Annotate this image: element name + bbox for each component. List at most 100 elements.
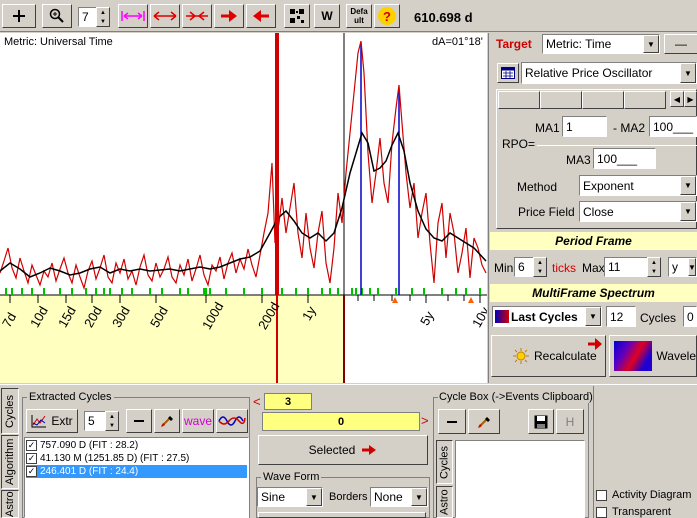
cyclebox-edit-button[interactable] [468,409,500,434]
extr-spinner[interactable]: ▲ ▼ [105,411,119,431]
metric-select[interactable]: Metric: Time ▼ [542,34,660,54]
save-button[interactable] [528,409,554,434]
arrow-right-icon [362,445,377,455]
qr-button[interactable] [284,4,310,28]
transparent-option[interactable]: Transparent [596,506,671,518]
wavelet-icon [614,341,653,371]
indicator-select[interactable]: Relative Price Oscillator ▼ [521,62,697,84]
grid-icon [501,67,515,79]
param-tab[interactable] [582,91,624,109]
tab-astro[interactable]: Astro [1,490,19,518]
method-label: Method [517,180,558,194]
min-input[interactable]: 6 [514,257,534,277]
activity-diagram-option[interactable]: Activity Diagram [596,489,691,501]
cycle-checkbox[interactable]: ✓ [26,440,37,451]
method-select[interactable]: Exponent ▼ [579,175,697,196]
tab-cycles[interactable]: Cycles [1,388,19,434]
cycle-checkbox[interactable]: ✓ [26,453,37,464]
tab-algorithm[interactable]: Algorithm [1,435,19,489]
tab-scroll-left[interactable]: ◀ [670,91,684,107]
ma1-label: MA1 [535,121,560,135]
help-button[interactable]: ? [374,4,400,28]
cycle-list-item-selected[interactable]: ✓ 246.401 D (FIT : 24.4) [26,465,247,478]
chevron-down-icon: ▼ [680,63,696,83]
ma2-input[interactable]: 100___ [649,116,697,137]
sine-wave-icon [218,416,246,426]
cycle-list-item[interactable]: ✓ 757.090 D (FIT : 28.2) [26,439,246,452]
arrow-right-icon [221,10,237,22]
cycle-box-list[interactable] [455,440,585,518]
gradient-icon [495,310,509,323]
cycle-checkbox[interactable]: ✓ [26,466,37,477]
crosshair-button[interactable] [2,4,36,28]
tab-astro-box[interactable]: Astro [436,486,453,518]
peak-bar [277,143,279,295]
max-spinner[interactable]: ▲ ▼ [647,257,661,277]
wavelet-button[interactable]: Wavele [609,335,697,377]
unit-select[interactable]: y ▼ [668,257,697,277]
borders-label: Borders [329,491,368,503]
cycles-extra-input[interactable]: 0 [683,306,697,327]
recalculate-button[interactable]: Recalculate [491,335,606,377]
param-tab[interactable] [540,91,582,109]
h-button[interactable]: H [556,409,584,434]
stretch-arrows-icon [121,11,145,21]
nav-count-display: 3 [264,393,312,410]
transparent-checkbox[interactable] [596,506,607,518]
chevron-down-icon: ▼ [411,488,427,506]
rpo-divider [537,145,697,146]
expand-button[interactable] [150,4,180,28]
marker-triangle [468,297,474,303]
cycle-list-item[interactable]: ✓ 41.130 M (1251.85 D) (FIT : 27.5) [26,452,246,465]
cycles-count-input[interactable]: 12 [606,306,636,327]
tab-scroll-right[interactable]: ▶ [684,91,697,107]
wave-button[interactable]: wave [182,409,214,433]
pricefield-select[interactable]: Close ▼ [579,201,697,222]
ma3-input[interactable]: 100___ [593,148,656,169]
default-button[interactable]: Defa ult [346,4,372,28]
remove-cycle-button[interactable] [126,409,152,433]
activity-checkbox[interactable] [596,489,607,501]
spectrum-chart[interactable]: Metric: Universal Time dA=01°18' 7d 10d … [0,33,487,383]
w-button[interactable]: W [314,4,340,28]
sun-icon [513,348,529,364]
param-tab[interactable] [624,91,666,109]
nav-right-arrow[interactable]: > [421,413,429,428]
shift-left-button[interactable] [246,4,276,28]
step-input[interactable]: 7 [78,7,98,27]
borders-select[interactable]: None ▼ [370,487,428,507]
chevron-down-icon: ▼ [680,202,696,221]
last-cycles-select[interactable]: Last Cycles ▼ [492,306,602,327]
waveform-select[interactable]: Sine ▼ [257,487,323,507]
selected-button[interactable]: Selected [258,435,428,465]
extr-button[interactable]: Extr [26,409,78,433]
chevron-down-icon: ▼ [306,488,322,506]
shift-right-button[interactable] [214,4,244,28]
cyclebox-remove-button[interactable] [438,409,466,434]
min-spinner[interactable]: ▲ ▼ [533,257,547,277]
step-spinner[interactable]: ▲ ▼ [96,7,110,27]
ma1-input[interactable]: 1 [562,116,607,137]
indicator-icon-button[interactable] [497,63,519,83]
crosshair-icon [13,10,25,22]
arrow-right-icon [588,338,602,350]
param-tab[interactable] [498,91,540,109]
nav-left-arrow[interactable]: < [253,394,261,409]
waveform-display-button[interactable] [216,409,248,433]
waveform-scroll[interactable] [258,512,426,518]
minus-icon [447,420,457,423]
qr-code-icon [290,9,304,23]
extr-count-input[interactable]: 5 [84,411,106,431]
tab-cycles-box[interactable]: Cycles [436,440,453,484]
zoom-button[interactable] [42,4,72,28]
compress-button[interactable] [182,4,212,28]
right-bottom-divider [593,386,594,518]
chevron-down-icon: ▼ [688,258,696,276]
max-input[interactable]: 11 [604,257,648,277]
pricefield-label: Price Field [518,205,575,219]
stretch-button[interactable] [118,4,148,28]
collapse-button[interactable]: — [664,34,697,54]
edit-cycle-button[interactable] [154,409,180,433]
chevron-down-icon: ▼ [680,176,696,195]
arrow-left-icon [253,10,269,22]
